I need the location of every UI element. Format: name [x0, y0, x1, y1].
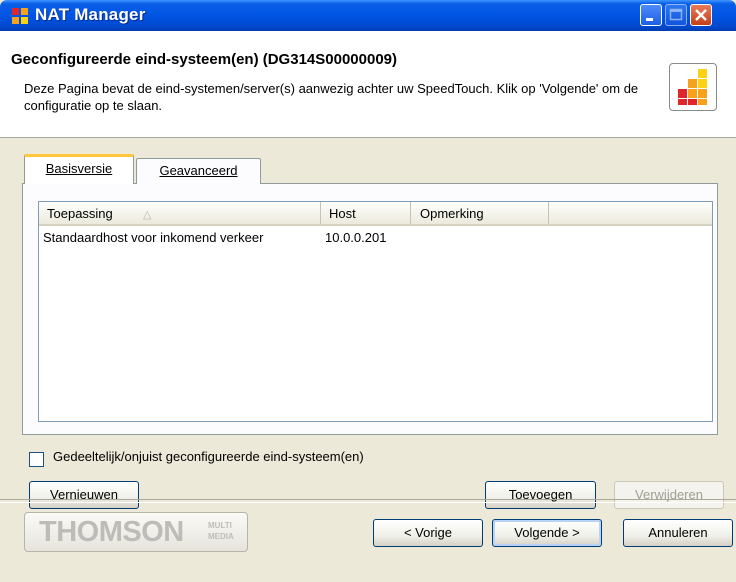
- maximize-icon: [669, 8, 683, 21]
- list-header: Toepassing △ Host Opmerking: [39, 202, 712, 226]
- column-label: Toepassing: [47, 206, 113, 221]
- column-header-opmerking[interactable]: Opmerking: [411, 202, 549, 224]
- cell-host: 10.0.0.201: [325, 230, 387, 245]
- minimize-icon: [646, 18, 653, 21]
- tab-label: Geavanceerd: [159, 163, 238, 178]
- column-header-host[interactable]: Host: [321, 202, 411, 224]
- refresh-button[interactable]: Vernieuwen: [29, 481, 139, 509]
- close-icon: [695, 9, 707, 21]
- thomson-logo: THOMSON MULTI MEDIA: [24, 512, 248, 552]
- remove-button: Verwijderen: [614, 481, 724, 509]
- add-button[interactable]: Toevoegen: [485, 481, 596, 509]
- cell-toepassing: Standaardhost voor inkomend verkeer: [43, 230, 264, 245]
- close-button[interactable]: [690, 4, 712, 26]
- misconfigured-checkbox-label[interactable]: Gedeeltelijk/onjuist geconfigureerde ein…: [53, 449, 364, 464]
- back-button[interactable]: < Vorige: [373, 519, 483, 547]
- nat-manager-window: NAT Manager Geconfigureerde eind-systeem…: [0, 0, 736, 582]
- column-header-toepassing[interactable]: Toepassing △: [39, 202, 321, 224]
- page-title: Geconfigureerde eind-systeem(en) (DG314S…: [11, 51, 397, 68]
- footer-divider: [0, 499, 736, 503]
- tab-basisversie[interactable]: Basisversie: [24, 154, 134, 184]
- title-bar[interactable]: NAT Manager: [0, 0, 736, 31]
- maximize-button: [665, 4, 687, 26]
- sort-ascending-icon: △: [143, 209, 152, 221]
- window-title: NAT Manager: [35, 5, 146, 24]
- cancel-button[interactable]: Annuleren: [623, 519, 733, 547]
- brand-subtitle: MULTI MEDIA: [208, 521, 234, 541]
- tab-geavanceerd[interactable]: Geavanceerd: [136, 158, 261, 184]
- next-button[interactable]: Volgende >: [492, 519, 602, 547]
- app-grid-icon: [12, 8, 28, 24]
- speedtouch-logo-icon: [669, 63, 717, 111]
- column-label: Host: [329, 206, 356, 221]
- brand-name: THOMSON: [39, 516, 184, 548]
- column-label: Opmerking: [420, 206, 484, 221]
- misconfigured-checkbox[interactable]: [29, 452, 44, 467]
- minimize-button[interactable]: [640, 4, 662, 26]
- end-systems-list[interactable]: Toepassing △ Host Opmerking Standaardhos…: [38, 201, 713, 422]
- page-description: Deze Pagina bevat de eind-systemen/serve…: [24, 81, 639, 113]
- tab-label: Basisversie: [45, 161, 113, 176]
